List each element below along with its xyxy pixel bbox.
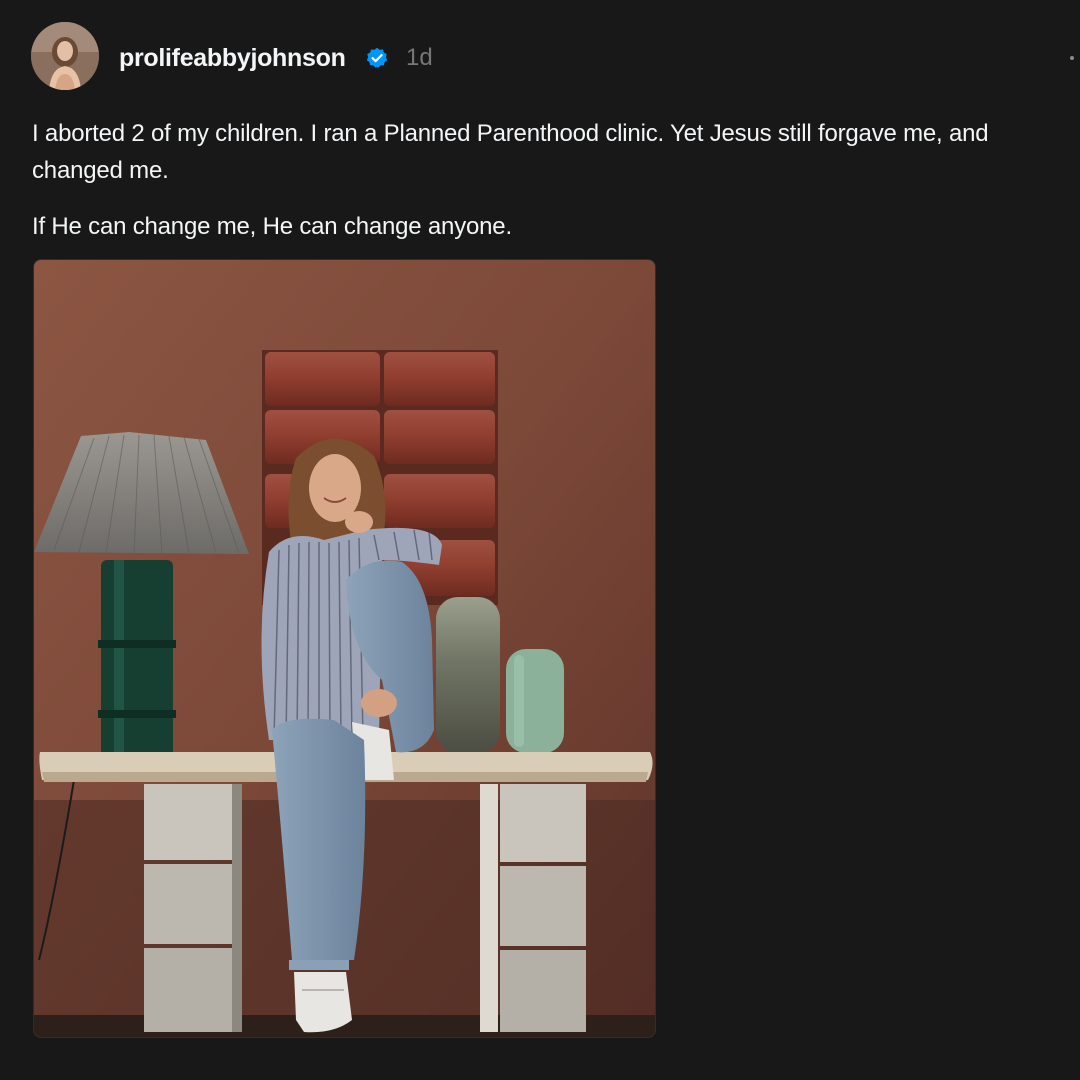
avatar-image <box>31 22 99 90</box>
verified-badge-icon <box>366 47 388 68</box>
post: prolifeabbyjohnson 1d I aborted 2 of my … <box>0 0 1080 1066</box>
timestamp[interactable]: 1d <box>406 44 433 72</box>
post-image[interactable] <box>33 259 656 1038</box>
more-options-icon[interactable] <box>1070 56 1074 60</box>
avatar[interactable] <box>31 22 99 90</box>
post-photo <box>34 260 655 1037</box>
username[interactable]: prolifeabbyjohnson <box>119 44 346 72</box>
post-text-paragraph: If He can change me, He can change anyon… <box>32 213 512 240</box>
post-text-paragraph: I aborted 2 of my children. I ran a Plan… <box>32 120 989 184</box>
